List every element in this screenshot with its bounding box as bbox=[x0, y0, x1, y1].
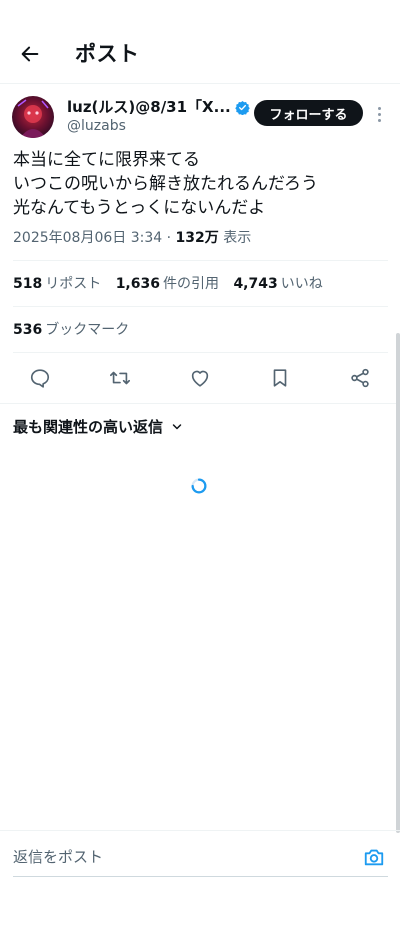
divider bbox=[13, 306, 388, 307]
more-dot bbox=[377, 106, 381, 110]
chevron-down-icon bbox=[171, 421, 183, 433]
more-dot bbox=[377, 112, 381, 116]
verified-badge-icon bbox=[234, 100, 250, 115]
author-name[interactable]: luz(ルス)@8/31「X... bbox=[67, 97, 250, 117]
views-label: 表示 bbox=[218, 230, 252, 246]
like-button[interactable] bbox=[187, 365, 213, 391]
post-text-line: 光なんてもうとっくにないんだよ bbox=[13, 198, 266, 218]
engagement-stats: 518 リポスト 1,636 件の引用 4,743 いいね bbox=[13, 274, 333, 294]
bookmarks-stat[interactable]: 536 ブックマーク bbox=[13, 320, 129, 340]
reply-input[interactable]: 返信をポスト bbox=[13, 846, 103, 868]
back-button[interactable] bbox=[16, 40, 44, 68]
loading-spinner-icon bbox=[191, 478, 207, 494]
more-options-icon[interactable] bbox=[372, 104, 386, 124]
post-text: 本当に全てに限界来てる いつこの呪いから解き放たれるんだろう 光なんてもうとっく… bbox=[13, 148, 388, 220]
views-count: 132万 bbox=[175, 230, 219, 246]
post-text-line: いつこの呪いから解き放たれるんだろう bbox=[13, 174, 318, 194]
avatar-image bbox=[12, 96, 54, 138]
camera-button[interactable] bbox=[362, 845, 386, 869]
share-button[interactable] bbox=[347, 365, 373, 391]
camera-icon bbox=[364, 849, 384, 866]
likes-count: 4,743 bbox=[233, 276, 278, 292]
reply-icon bbox=[30, 369, 50, 388]
likes-stat[interactable]: 4,743 いいね bbox=[233, 276, 322, 292]
quotes-label: 件の引用 bbox=[162, 276, 219, 292]
reply-sort-dropdown[interactable]: 最も関連性の高い返信 bbox=[13, 416, 183, 438]
post-timestamp[interactable]: 2025年08月06日 3:34 bbox=[13, 230, 162, 246]
author-handle[interactable]: @luzabs bbox=[67, 117, 126, 135]
post-text-line: 本当に全てに限界来てる bbox=[13, 150, 200, 170]
like-icon bbox=[191, 370, 209, 387]
reposts-stat[interactable]: 518 リポスト bbox=[13, 276, 101, 292]
follow-button[interactable]: フォローする bbox=[254, 100, 363, 126]
top-bar: ポスト bbox=[0, 0, 400, 84]
repost-button[interactable] bbox=[107, 365, 133, 391]
reposts-label: リポスト bbox=[45, 276, 102, 292]
repost-icon bbox=[110, 371, 130, 385]
arrow-left-icon bbox=[21, 46, 39, 62]
reply-sort-label: 最も関連性の高い返信 bbox=[13, 418, 164, 436]
bookmark-icon bbox=[273, 369, 287, 387]
likes-label: いいね bbox=[280, 276, 323, 292]
reply-input-underline bbox=[13, 876, 388, 877]
bookmarks-count: 536 bbox=[13, 322, 43, 338]
scrollbar[interactable] bbox=[396, 333, 400, 833]
reply-button[interactable] bbox=[27, 365, 53, 391]
author-display-name: luz(ルス)@8/31「X... bbox=[67, 98, 231, 116]
reposts-count: 518 bbox=[13, 276, 43, 292]
post-detail-page: ポスト luz(ルス)@8/31「X... @luzabs フォローする 本当に… bbox=[0, 0, 400, 933]
post-meta: 2025年08月06日 3:34 · 132万 表示 bbox=[13, 228, 251, 248]
quotes-count: 1,636 bbox=[115, 276, 160, 292]
divider bbox=[13, 260, 388, 261]
divider bbox=[0, 830, 400, 831]
quotes-stat[interactable]: 1,636 件の引用 bbox=[116, 276, 219, 292]
share-icon bbox=[351, 368, 369, 388]
divider bbox=[13, 352, 388, 353]
divider bbox=[0, 403, 400, 404]
bookmark-button[interactable] bbox=[267, 365, 293, 391]
bookmarks-label: ブックマーク bbox=[45, 322, 130, 338]
avatar[interactable] bbox=[12, 96, 54, 138]
meta-separator: · bbox=[162, 230, 176, 246]
more-dot bbox=[377, 118, 381, 122]
page-title: ポスト bbox=[75, 42, 140, 66]
